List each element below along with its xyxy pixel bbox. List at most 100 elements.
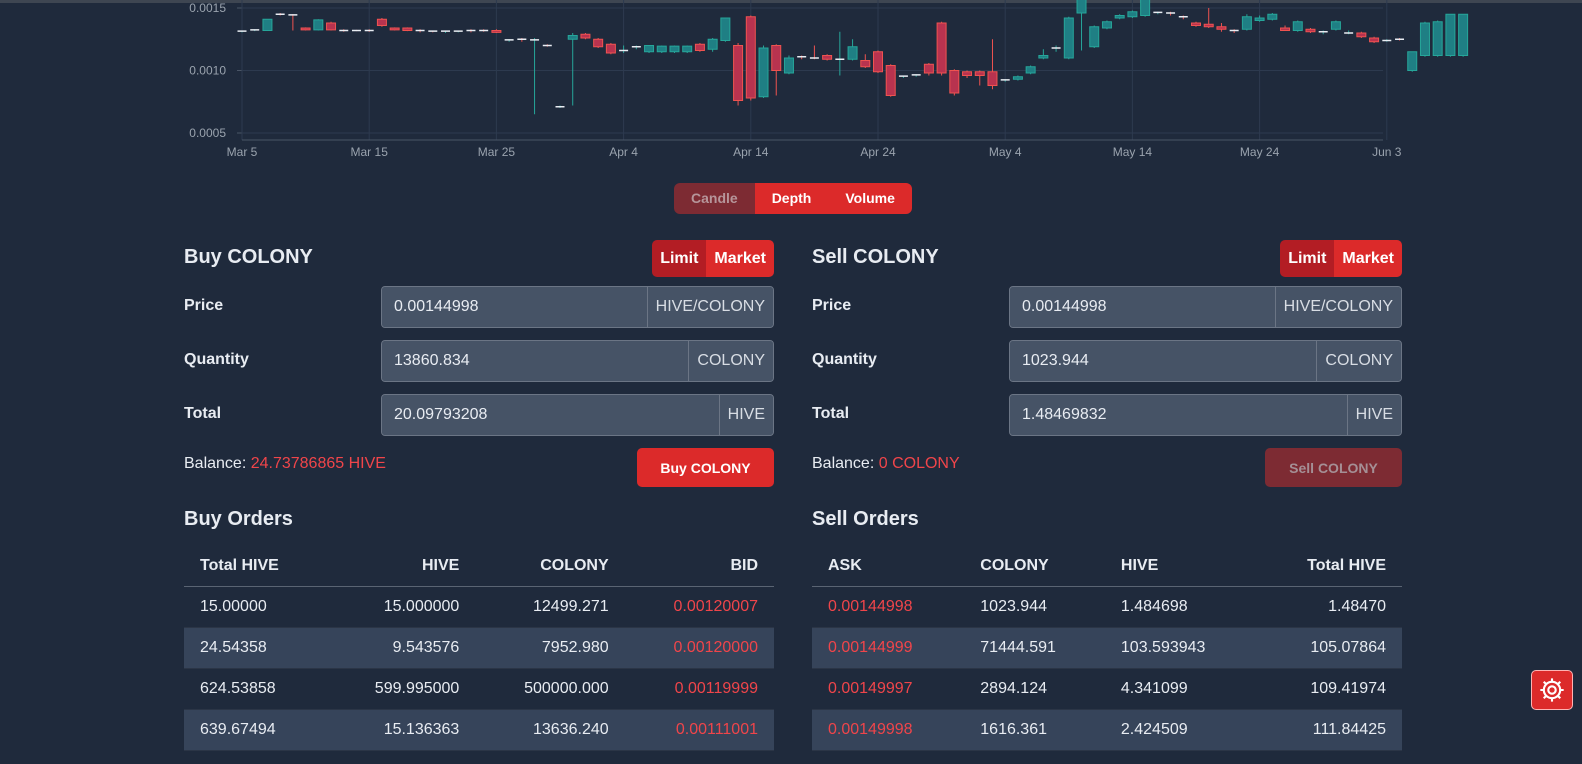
candle-body[interactable] (1114, 15, 1125, 19)
sell-order-row[interactable]: 0.00144999 71444.591 103.593943 105.0786… (812, 627, 1402, 669)
y-tick-label: 0.0005 (189, 126, 226, 140)
candle-body[interactable] (987, 71, 998, 86)
candle-body[interactable] (1063, 17, 1074, 59)
buy-balance-value[interactable]: 24.73786865 HIVE (251, 455, 386, 472)
candle-body[interactable] (389, 27, 400, 31)
x-tick-label: Jun 3 (1372, 145, 1402, 159)
buy-orders-table: Total HIVE HIVE COLONY BID 15.00000 15.0… (184, 546, 774, 751)
sell-title: Sell COLONY (812, 246, 939, 268)
candle-body[interactable] (1280, 27, 1291, 31)
candle-body[interactable] (1203, 23, 1214, 28)
sell-limit-button[interactable]: Limit (1280, 240, 1335, 277)
candle-body[interactable] (682, 45, 693, 53)
price-candlestick-chart[interactable]: 0.0015 0.0010 0.0005Mar 5 Mar 15 Mar 25 Apr 4… (0, 0, 1582, 170)
candle-body[interactable] (694, 43, 705, 51)
candle-body[interactable] (733, 45, 744, 101)
candle-body[interactable] (1191, 22, 1201, 26)
candle-body[interactable] (605, 43, 616, 54)
candle-body[interactable] (376, 18, 387, 26)
sell-orders-header-hive: HIVE (1104, 546, 1258, 587)
candle-body[interactable] (783, 57, 794, 74)
candle-body[interactable] (491, 30, 502, 33)
candle-body[interactable] (873, 51, 883, 73)
candle-body[interactable] (1025, 66, 1036, 74)
candle-body[interactable] (962, 71, 973, 76)
candle-body[interactable] (1356, 32, 1367, 38)
candle-body[interactable] (707, 38, 718, 50)
candle-body[interactable] (1216, 26, 1227, 30)
settings-gear-button[interactable] (1531, 670, 1573, 710)
buy-limit-button[interactable]: Limit (652, 240, 707, 277)
candle-body[interactable] (1127, 11, 1138, 18)
sell-market-button[interactable]: Market (1334, 240, 1402, 277)
sell-orders-table: ASK COLONY HIVE Total HIVE 0.00144998 10… (812, 546, 1402, 751)
candle-body[interactable] (1369, 37, 1380, 43)
candle-body[interactable] (1458, 13, 1469, 56)
candle-body[interactable] (593, 38, 604, 48)
sell-colony-button[interactable]: Sell COLONY (1265, 448, 1402, 487)
buy-market-button[interactable]: Market (706, 240, 774, 277)
candle-body[interactable] (644, 45, 655, 53)
candle-body[interactable] (262, 18, 273, 31)
candle-body[interactable] (1101, 21, 1112, 29)
buy-quantity-label: Quantity (184, 351, 249, 368)
sell-total-input[interactable] (1010, 395, 1347, 435)
candle-body[interactable] (847, 46, 858, 60)
candle-body[interactable] (1140, 0, 1151, 17)
candle-body[interactable] (936, 22, 947, 74)
sell-order-row[interactable]: 0.00149998 1616.361 2.424509 111.84425 (812, 709, 1402, 751)
candle-body[interactable] (1305, 28, 1316, 33)
candle-body[interactable] (822, 55, 833, 60)
sell-balance-value[interactable]: 0 COLONY (879, 455, 960, 472)
sell-price-input[interactable] (1010, 287, 1275, 327)
candle-body[interactable] (1089, 26, 1100, 48)
sell-order-row[interactable]: 0.00144998 1023.944 1.484698 1.48470 (812, 586, 1402, 628)
buy-orders-header-total-hive: Total HIVE (184, 546, 327, 587)
candle-body[interactable] (313, 19, 324, 31)
candle-body[interactable] (949, 70, 960, 94)
candle-body[interactable] (300, 27, 311, 31)
buy-price-input[interactable] (382, 287, 647, 327)
sell-order-row[interactable]: 0.00149997 2894.124 4.341099 109.41974 (812, 668, 1402, 710)
buy-order-row[interactable]: 15.00000 15.000000 12499.271 0.00120007 (184, 586, 774, 628)
sell-quantity-input[interactable] (1010, 341, 1317, 381)
candle-body[interactable] (402, 27, 413, 31)
candle-body[interactable] (326, 22, 337, 31)
candle-body[interactable] (1267, 13, 1278, 20)
candle-body[interactable] (669, 45, 680, 53)
tab-volume[interactable]: Volume (828, 183, 912, 214)
buy-quantity-input[interactable] (382, 341, 689, 381)
buy-order-colony: 12499.271 (475, 586, 625, 628)
x-tick-label: Mar 5 (227, 145, 258, 159)
candle-body[interactable] (1012, 76, 1023, 80)
x-tick-label: May 4 (989, 145, 1022, 159)
candle-body[interactable] (1292, 21, 1303, 31)
candle-body[interactable] (1445, 13, 1456, 56)
buy-order-row[interactable]: 24.54358 9.543576 7952.980 0.00120000 (184, 627, 774, 669)
candle-body[interactable] (758, 47, 769, 98)
candle-body[interactable] (1076, 0, 1087, 14)
candle-body[interactable] (1407, 51, 1418, 71)
candle-body[interactable] (771, 45, 782, 71)
candle-body[interactable] (1254, 17, 1265, 21)
candle-body[interactable] (580, 33, 591, 39)
tab-depth[interactable]: Depth (754, 183, 829, 214)
candle-body[interactable] (1330, 21, 1341, 30)
candle-body[interactable] (1419, 22, 1430, 56)
candle-body[interactable] (720, 17, 731, 41)
candle-body[interactable] (1038, 55, 1049, 59)
candle-body[interactable] (923, 63, 934, 74)
buy-order-row[interactable]: 624.53858 599.995000 500000.000 0.001199… (184, 668, 774, 710)
tab-candle[interactable]: Candle (674, 183, 755, 214)
candle-body[interactable] (974, 71, 985, 76)
buy-total-input[interactable] (382, 395, 719, 435)
buy-colony-button[interactable]: Buy COLONY (637, 448, 774, 487)
candle-body[interactable] (656, 45, 667, 53)
candle-body[interactable] (567, 35, 578, 40)
candle-body[interactable] (1432, 21, 1443, 56)
candle-body[interactable] (1241, 16, 1252, 30)
buy-order-row[interactable]: 639.67494 15.136363 13636.240 0.00111001 (184, 709, 774, 751)
candle-body[interactable] (860, 60, 871, 68)
candle-body[interactable] (885, 65, 896, 96)
candle-body[interactable] (745, 16, 756, 99)
